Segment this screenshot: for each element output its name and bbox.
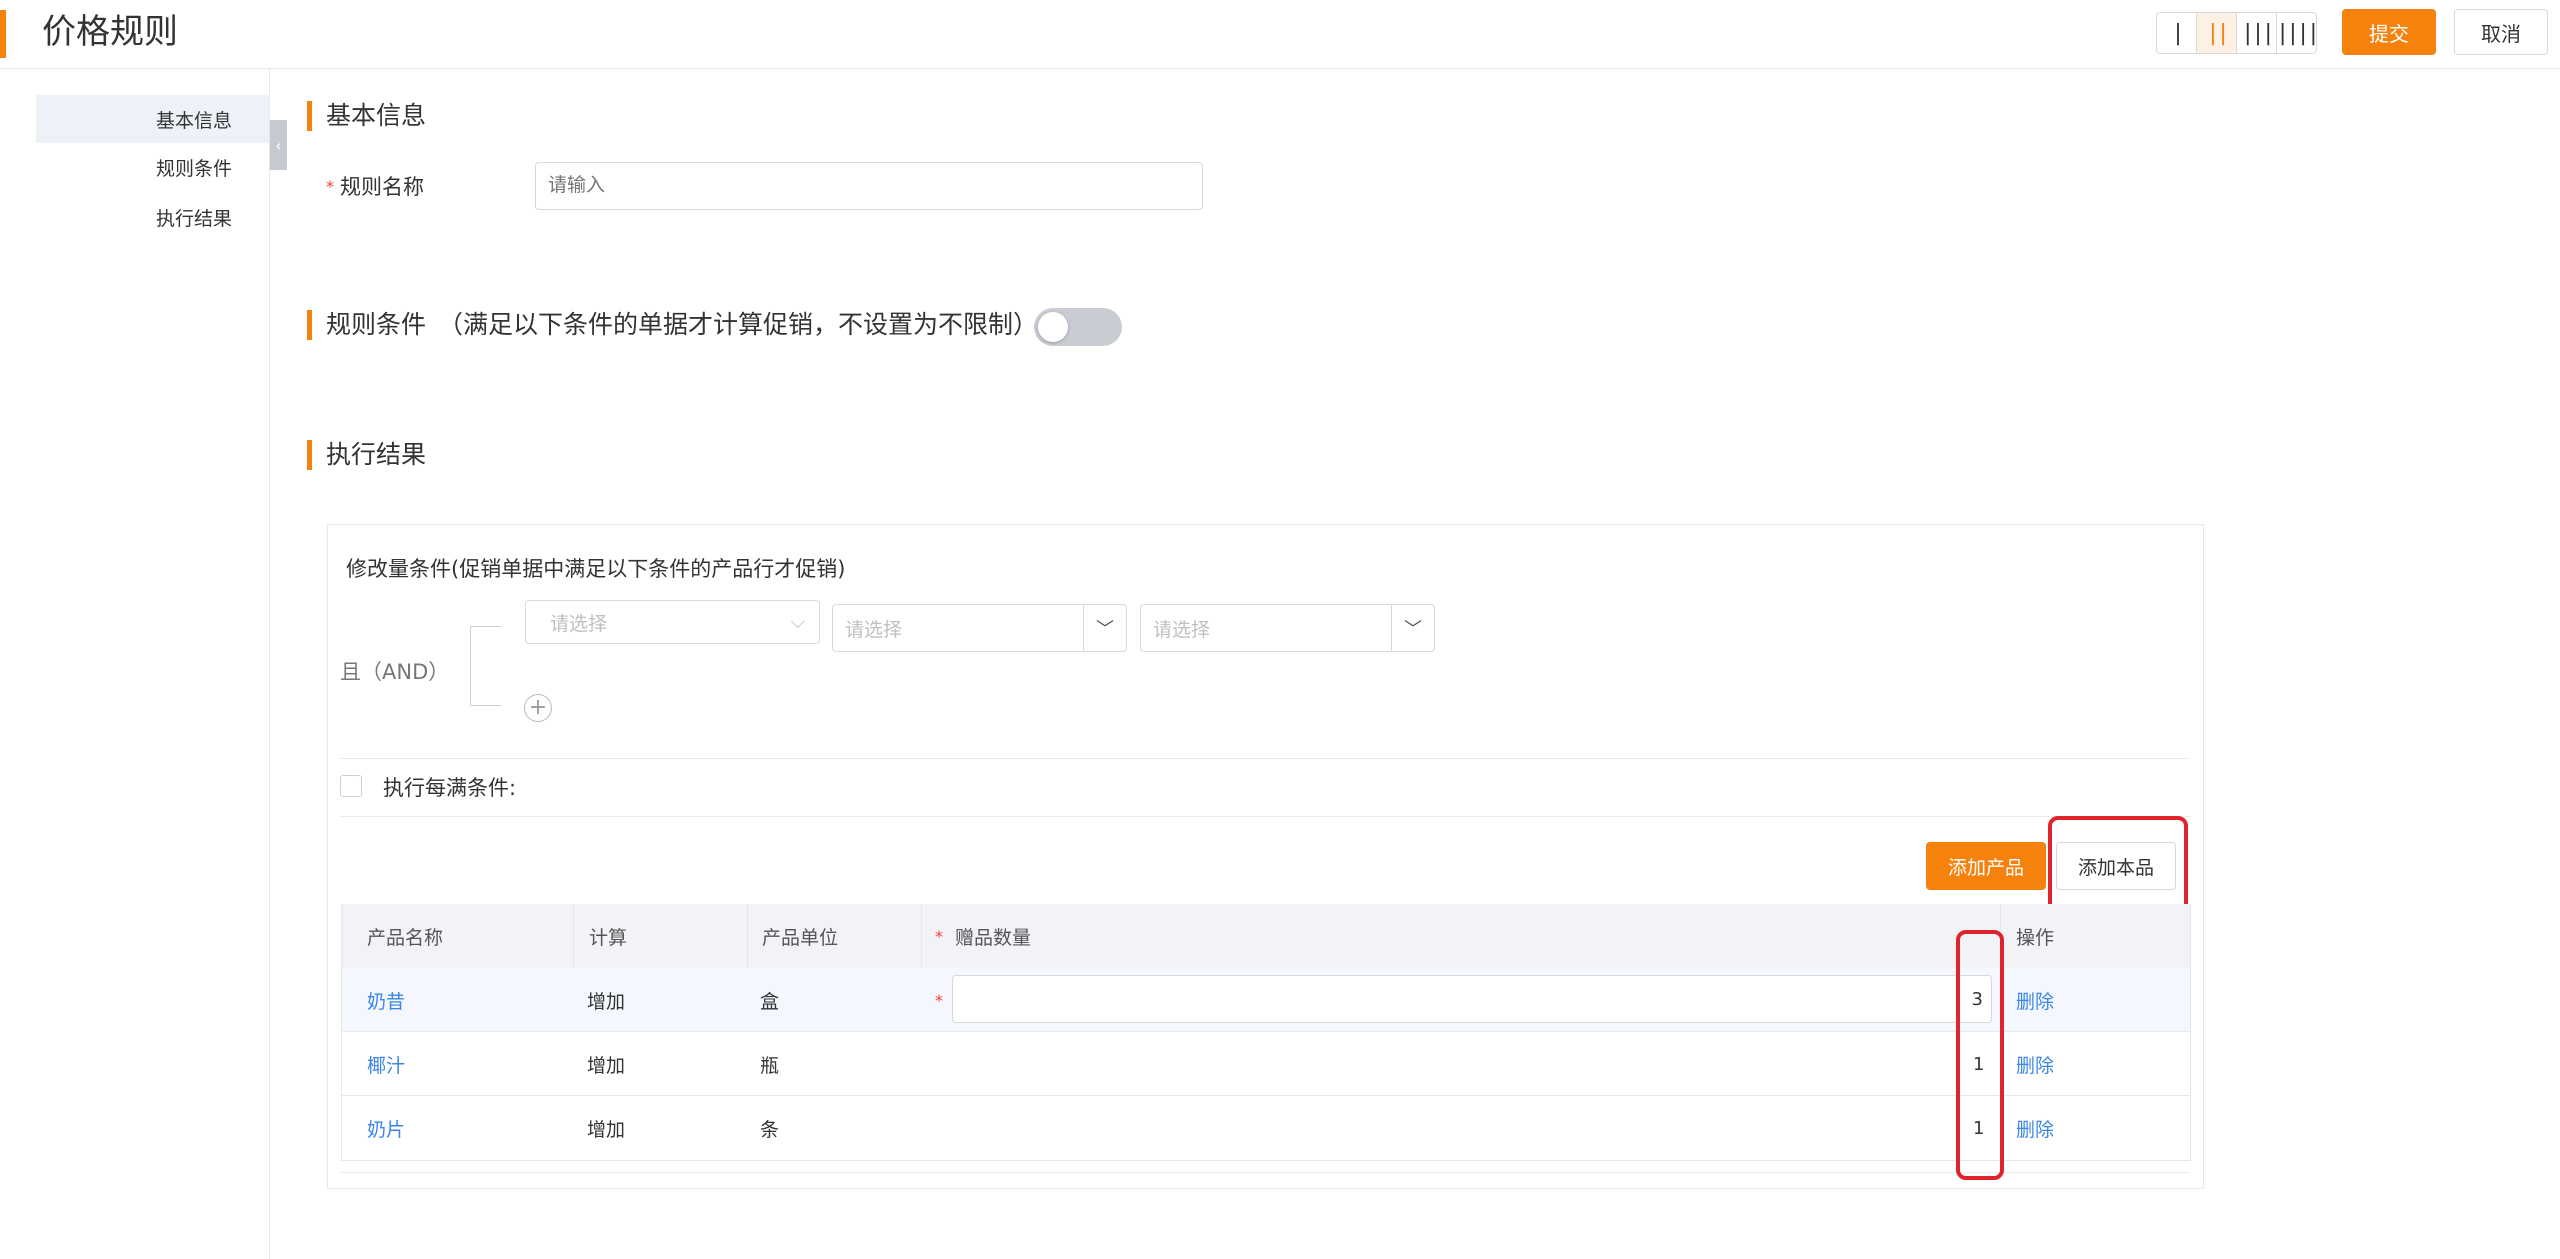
section-bar-rule-conditions xyxy=(307,310,312,340)
layout-4-column-button[interactable]: |||| xyxy=(2276,13,2316,53)
condition-operator-select[interactable]: 请选择 ﹀ xyxy=(832,604,1127,652)
delete-link[interactable]: 删除 xyxy=(2016,1096,2054,1160)
highlight-box-qty-column xyxy=(1956,930,2004,1180)
product-name-link[interactable]: 椰汁 xyxy=(367,1032,405,1096)
every-condition-checkbox[interactable] xyxy=(340,775,362,797)
sidebar-item-execution-result[interactable]: 执行结果 xyxy=(36,193,270,241)
delete-link[interactable]: 删除 xyxy=(2016,968,2054,1032)
unit-cell: 盒 xyxy=(760,990,780,1013)
condition-value-select[interactable]: 请选择 ﹀ xyxy=(1140,604,1435,652)
section-bar-execution-result xyxy=(307,440,312,470)
header-accent-bar xyxy=(0,10,6,58)
sidebar-item-rule-conditions[interactable]: 规则条件 xyxy=(36,143,270,191)
sidebar-divider xyxy=(269,69,270,1259)
column-divider xyxy=(747,904,748,968)
condition-field-select[interactable]: 请选择 ⌵ xyxy=(525,600,820,644)
logic-and-label: 且（AND） xyxy=(340,660,450,684)
panel-title: 修改量条件(促销单据中满足以下条件的产品行才促销) xyxy=(346,557,846,581)
chevron-down-icon: ﹀ xyxy=(1083,605,1126,651)
product-name-link[interactable]: 奶昔 xyxy=(367,968,405,1032)
calc-cell: 增加 xyxy=(587,1118,626,1141)
every-condition-label: 执行每满条件: xyxy=(383,776,517,800)
column-header-unit: 产品单位 xyxy=(762,926,839,949)
add-product-button[interactable]: 添加产品 xyxy=(1926,842,2046,890)
logic-bracket xyxy=(470,626,501,706)
add-condition-plus-icon[interactable]: + xyxy=(524,694,552,722)
column-header-product-name: 产品名称 xyxy=(367,926,444,949)
required-star-text: * xyxy=(935,926,943,946)
unit-cell: 瓶 xyxy=(760,1054,780,1077)
layout-2-column-button[interactable]: || xyxy=(2197,13,2237,53)
calc-cell: 增加 xyxy=(587,1054,626,1077)
switch-knob xyxy=(1038,312,1068,342)
condition-value-select-text: 请选择 xyxy=(1153,618,1211,641)
condition-field-select-text: 请选择 xyxy=(550,612,608,635)
submit-button[interactable]: 提交 xyxy=(2342,9,2436,55)
section-title-basic-info: 基本信息 xyxy=(326,101,427,130)
layout-columns-switcher: | || ||| |||| xyxy=(2156,12,2317,54)
column-header-action: 操作 xyxy=(2016,926,2055,949)
required-star: * xyxy=(935,904,943,968)
section-title-execution-result: 执行结果 xyxy=(326,440,427,469)
rule-name-label: 规则名称 xyxy=(340,175,424,199)
section-bar-basic-info xyxy=(307,101,312,131)
required-star: * xyxy=(326,177,334,196)
column-header-gift-qty: 赠品数量 xyxy=(955,926,1032,949)
column-divider xyxy=(921,904,922,968)
divider xyxy=(340,758,2190,759)
layout-3-column-button[interactable]: ||| xyxy=(2237,13,2277,53)
condition-operator-select-text: 请选择 xyxy=(845,618,903,641)
cancel-button[interactable]: 取消 xyxy=(2454,9,2548,55)
unit-cell: 条 xyxy=(760,1118,780,1141)
chevron-down-icon: ⌵ xyxy=(790,611,805,633)
rule-name-input[interactable] xyxy=(535,162,1203,210)
chevron-left-icon: ‹ xyxy=(275,135,282,155)
page-title: 价格规则 xyxy=(42,12,178,52)
required-star: * xyxy=(935,968,943,1032)
divider xyxy=(340,816,2190,817)
highlight-box-add-local xyxy=(2048,816,2188,914)
calc-cell: 增加 xyxy=(587,990,626,1013)
chevron-down-icon: ﹀ xyxy=(1391,605,1434,651)
layout-1-column-button[interactable]: | xyxy=(2157,13,2197,53)
sidebar-collapse-toggle[interactable]: ‹ xyxy=(270,120,287,170)
product-name-link[interactable]: 奶片 xyxy=(367,1096,405,1160)
required-star-text: * xyxy=(935,990,943,1010)
sidebar-item-basic-info[interactable]: 基本信息 xyxy=(36,95,270,143)
column-header-calc: 计算 xyxy=(589,926,628,949)
column-divider xyxy=(573,904,574,968)
divider xyxy=(340,1172,2190,1173)
rule-conditions-note: （满足以下条件的单据才计算促销，不设置为不限制） xyxy=(438,310,1039,339)
delete-link[interactable]: 删除 xyxy=(2016,1032,2054,1096)
section-title-rule-conditions: 规则条件 xyxy=(326,310,427,339)
gift-qty-input[interactable]: 3 xyxy=(952,975,1992,1023)
